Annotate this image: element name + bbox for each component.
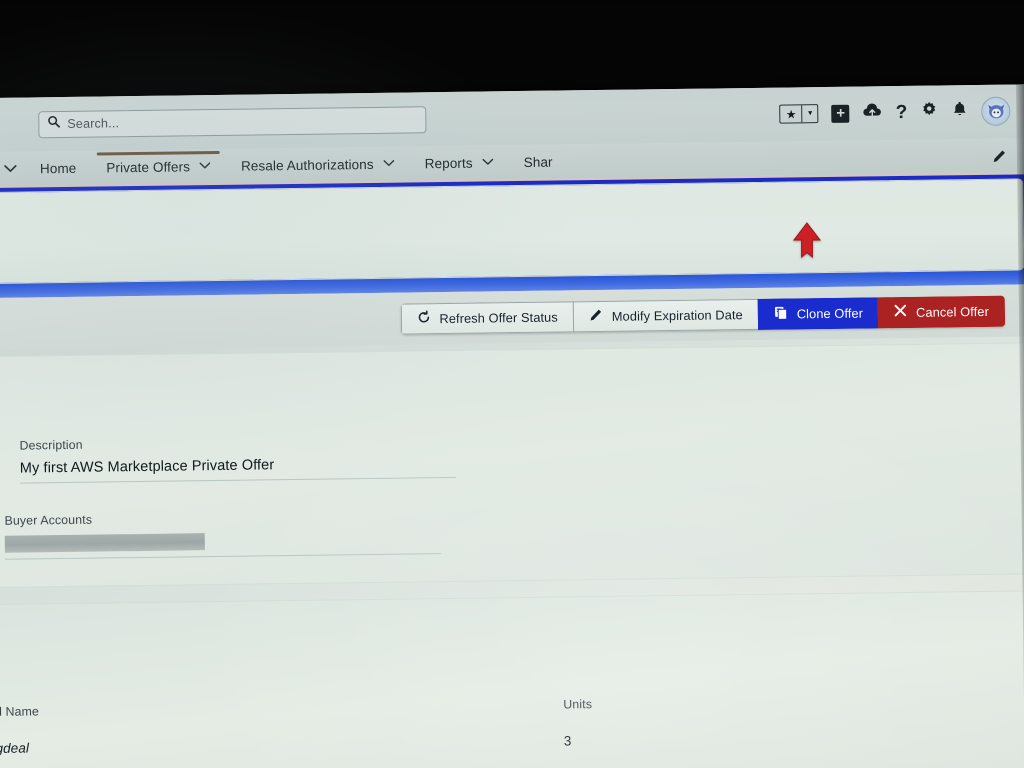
button-label: Clone Offer bbox=[796, 305, 864, 321]
add-button[interactable]: + bbox=[831, 104, 850, 123]
close-x-icon bbox=[894, 304, 907, 320]
favorites-button[interactable]: ★ ▼ bbox=[779, 104, 819, 124]
help-button[interactable]: ? bbox=[895, 101, 908, 124]
column-header-units[interactable]: Units bbox=[563, 691, 1024, 733]
screen-content: Search... ★ ▼ + ? Home Private Offers Re… bbox=[0, 84, 1024, 768]
chevron-down-icon[interactable] bbox=[199, 161, 211, 171]
chevron-down-icon[interactable] bbox=[383, 159, 395, 169]
red-up-arrow-annotation bbox=[792, 222, 822, 271]
offer-summary-panel bbox=[0, 178, 1024, 284]
user-avatar-icon[interactable] bbox=[981, 96, 1011, 126]
chevron-down-icon[interactable] bbox=[482, 157, 494, 167]
field-value[interactable] bbox=[4, 530, 442, 560]
nav-item-label: Reports bbox=[424, 155, 473, 171]
button-label: Modify Expiration Date bbox=[611, 306, 743, 324]
photo-of-monitor: Search... ★ ▼ + ? Home Private Offers Re… bbox=[0, 0, 1024, 768]
field-label: Description bbox=[19, 437, 83, 453]
nav-item-label: Home bbox=[39, 160, 77, 176]
highlight-panel-wrapper bbox=[0, 174, 1024, 284]
modify-expiration-date-button[interactable]: Modify Expiration Date bbox=[572, 298, 758, 332]
nav-item-sharing[interactable]: Shar bbox=[508, 144, 567, 179]
search-icon bbox=[47, 115, 60, 133]
field-label: Buyer Accounts bbox=[4, 512, 93, 528]
notifications-button[interactable] bbox=[951, 100, 968, 123]
nav-item-home[interactable]: Home bbox=[25, 151, 92, 186]
products-card: d Name Units gdeal 3 bbox=[0, 590, 1024, 768]
nav-item-resale-authorizations[interactable]: Resale Authorizations bbox=[226, 146, 410, 182]
settings-button[interactable] bbox=[920, 101, 938, 124]
action-button-group: Refresh Offer Status Modify Expiration D… bbox=[400, 295, 1006, 335]
search-placeholder-text: Search... bbox=[67, 116, 120, 131]
top-icon-group: ★ ▼ + ? bbox=[779, 96, 1011, 129]
copy-icon bbox=[774, 305, 788, 322]
nav-item-private-offers[interactable]: Private Offers bbox=[91, 149, 226, 185]
edit-page-pencil-icon[interactable] bbox=[992, 149, 1007, 169]
search-input[interactable]: Search... bbox=[38, 105, 427, 138]
nav-item-reports[interactable]: Reports bbox=[409, 145, 508, 180]
cloud-upload-button[interactable] bbox=[863, 102, 883, 124]
field-value[interactable]: My first AWS Marketplace Private Offer bbox=[19, 454, 457, 484]
button-label: Refresh Offer Status bbox=[439, 309, 558, 326]
refresh-offer-status-button[interactable]: Refresh Offer Status bbox=[400, 300, 574, 335]
button-label: Cancel Offer bbox=[915, 303, 989, 320]
nav-item-label: Shar bbox=[523, 154, 553, 170]
cancel-offer-button[interactable]: Cancel Offer bbox=[877, 295, 1006, 328]
cloud-upload-icon bbox=[863, 102, 883, 124]
nav-item-label: Private Offers bbox=[106, 158, 191, 175]
refresh-icon bbox=[416, 309, 430, 327]
field-description: Description My first AWS Marketplace Pri… bbox=[19, 425, 1024, 484]
bell-icon bbox=[951, 100, 968, 123]
question-mark-icon: ? bbox=[895, 101, 908, 124]
nav-item-label: Resale Authorizations bbox=[240, 156, 374, 174]
gear-icon bbox=[920, 101, 938, 124]
plus-icon: + bbox=[831, 104, 850, 123]
clone-offer-button[interactable]: Clone Offer bbox=[757, 296, 879, 330]
redacted-value-bar bbox=[4, 533, 205, 553]
pencil-icon bbox=[589, 307, 603, 324]
nav-expand-chevron-icon[interactable] bbox=[0, 164, 25, 173]
offer-detail-card: Description My first AWS Marketplace Pri… bbox=[0, 342, 1024, 588]
star-icon: ★ bbox=[785, 106, 797, 122]
chevron-down-icon[interactable]: ▼ bbox=[801, 105, 818, 123]
products-table: d Name Units gdeal 3 bbox=[0, 691, 1024, 756]
field-buyer-accounts: Buyer Accounts bbox=[4, 500, 1024, 560]
